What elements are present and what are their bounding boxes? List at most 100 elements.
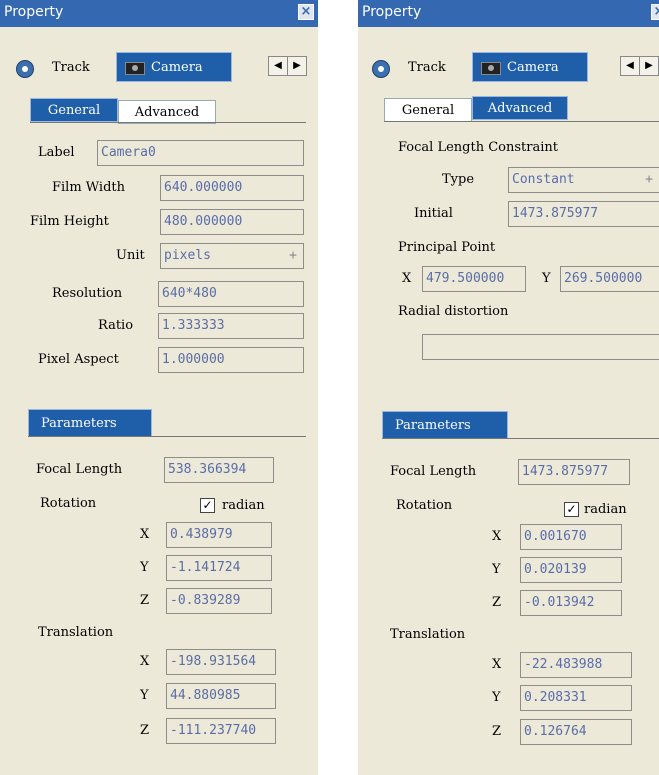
parameters-divider (28, 436, 306, 437)
film-width-input[interactable]: 640.000000 (160, 175, 304, 201)
type-select[interactable]: Constant + (508, 167, 659, 193)
tab-camera-label: Camera (151, 60, 203, 75)
arrow-right-icon[interactable]: ▶ (639, 56, 659, 76)
rotation-z-input[interactable]: -0.839289 (166, 588, 272, 614)
translation-z-input[interactable]: 0.126764 (520, 719, 632, 745)
subtab-divider (30, 122, 306, 123)
principal-point-heading: Principal Point (398, 240, 496, 255)
type-label: Type (442, 172, 475, 187)
focal-length-input[interactable]: 538.366394 (164, 457, 274, 483)
parameters-divider (382, 438, 659, 439)
camera-icon (481, 62, 501, 75)
radial-distortion-heading: Radial distortion (398, 304, 509, 319)
rotation-z-label: Z (492, 595, 502, 610)
rotation-x-input[interactable]: 0.001670 (520, 524, 622, 550)
checkmark-icon[interactable]: ✓ (564, 502, 579, 517)
pp-x-input[interactable]: 479.500000 (422, 266, 526, 292)
type-value: Constant (512, 172, 575, 187)
rotation-y-label: Y (492, 562, 501, 577)
tab-track-label: Track (408, 60, 446, 75)
pp-y-label: Y (542, 271, 551, 286)
tab-track-label: Track (52, 60, 90, 75)
arrow-right-icon[interactable]: ▶ (287, 56, 307, 76)
tab-camera-label: Camera (507, 60, 559, 75)
arrow-left-icon[interactable]: ◀ (268, 56, 288, 76)
left-title-bar: Property × (0, 0, 318, 27)
close-icon[interactable]: × (298, 4, 314, 20)
focal-length-input[interactable]: 1473.875977 (518, 459, 630, 485)
subtab-general[interactable]: General (384, 98, 472, 122)
translation-label: Translation (390, 627, 466, 642)
translation-x-input[interactable]: -198.931564 (166, 649, 276, 675)
translation-y-input[interactable]: 44.880985 (166, 683, 276, 709)
film-height-label: Film Height (30, 214, 109, 229)
film-height-input[interactable]: 480.000000 (160, 209, 304, 235)
translation-z-label: Z (140, 723, 150, 738)
translation-label: Translation (38, 625, 114, 640)
initial-label: Initial (414, 206, 453, 221)
camera-icon (125, 62, 145, 75)
translation-y-label: Y (140, 688, 149, 703)
pixel-aspect-label: Pixel Aspect (38, 352, 119, 367)
right-property-panel: Property × Track Camera ◀ ▶ General Adva… (358, 0, 659, 775)
pp-y-input[interactable]: 269.500000 (560, 266, 659, 292)
label-input[interactable]: Camera0 (97, 140, 304, 166)
subtab-divider (384, 121, 659, 122)
rotation-z-label: Z (140, 593, 150, 608)
left-property-panel: Property × Track Camera ◀ ▶ General Adva… (0, 0, 318, 775)
rotation-y-input[interactable]: -1.141724 (166, 555, 272, 581)
translation-x-input[interactable]: -22.483988 (520, 652, 632, 678)
focal-constraint-heading: Focal Length Constraint (398, 140, 558, 155)
rotation-label: Rotation (40, 496, 97, 511)
translation-y-input[interactable]: 0.208331 (520, 685, 632, 711)
parameters-header: Parameters (28, 409, 152, 437)
pixel-aspect-input[interactable]: 1.000000 (158, 347, 304, 373)
rotation-y-input[interactable]: 0.020139 (520, 557, 622, 583)
initial-input[interactable]: 1473.875977 (508, 201, 659, 227)
checkmark-icon[interactable]: ✓ (200, 498, 215, 513)
parameters-header: Parameters (382, 411, 508, 439)
unit-label: Unit (116, 248, 145, 263)
unit-select[interactable]: pixels + (160, 243, 304, 269)
translation-z-input[interactable]: -111.237740 (166, 718, 276, 744)
label-label: Label (38, 145, 75, 160)
plus-icon: + (645, 172, 653, 187)
tab-track[interactable]: Track (370, 53, 462, 83)
rotation-label: Rotation (396, 498, 453, 513)
rotation-z-input[interactable]: -0.013942 (520, 590, 622, 616)
translation-x-label: X (140, 654, 150, 669)
subtab-advanced[interactable]: Advanced (472, 96, 568, 120)
ratio-input[interactable]: 1.333333 (158, 313, 304, 339)
resolution-label: Resolution (52, 286, 123, 301)
tab-camera[interactable]: Camera (116, 52, 232, 82)
radial-distortion-input[interactable] (422, 334, 659, 360)
tab-track[interactable]: Track (14, 53, 106, 83)
radian-label: radian (584, 502, 627, 517)
pp-x-label: X (402, 271, 412, 286)
rotation-y-label: Y (140, 560, 149, 575)
subtab-general[interactable]: General (30, 98, 118, 122)
resolution-input[interactable]: 640*480 (158, 281, 304, 307)
plus-icon: + (289, 248, 297, 263)
film-reel-icon (16, 60, 34, 78)
close-icon[interactable]: × (651, 4, 659, 20)
window-title: Property (362, 4, 422, 20)
radian-label: radian (222, 498, 265, 513)
rotation-x-label: X (140, 527, 150, 542)
film-reel-icon (372, 60, 390, 78)
rotation-x-label: X (492, 529, 502, 544)
tab-camera[interactable]: Camera (472, 52, 588, 82)
focal-length-label: Focal Length (390, 464, 477, 479)
right-title-bar: Property × (358, 0, 659, 27)
translation-x-label: X (492, 657, 502, 672)
translation-y-label: Y (492, 690, 501, 705)
unit-value: pixels (164, 248, 211, 263)
subtab-advanced[interactable]: Advanced (118, 100, 216, 124)
focal-length-label: Focal Length (36, 462, 123, 477)
ratio-label: Ratio (98, 318, 134, 333)
rotation-x-input[interactable]: 0.438979 (166, 522, 272, 548)
window-title: Property (4, 4, 64, 20)
film-width-label: Film Width (52, 180, 126, 195)
translation-z-label: Z (492, 724, 502, 739)
arrow-left-icon[interactable]: ◀ (620, 56, 640, 76)
